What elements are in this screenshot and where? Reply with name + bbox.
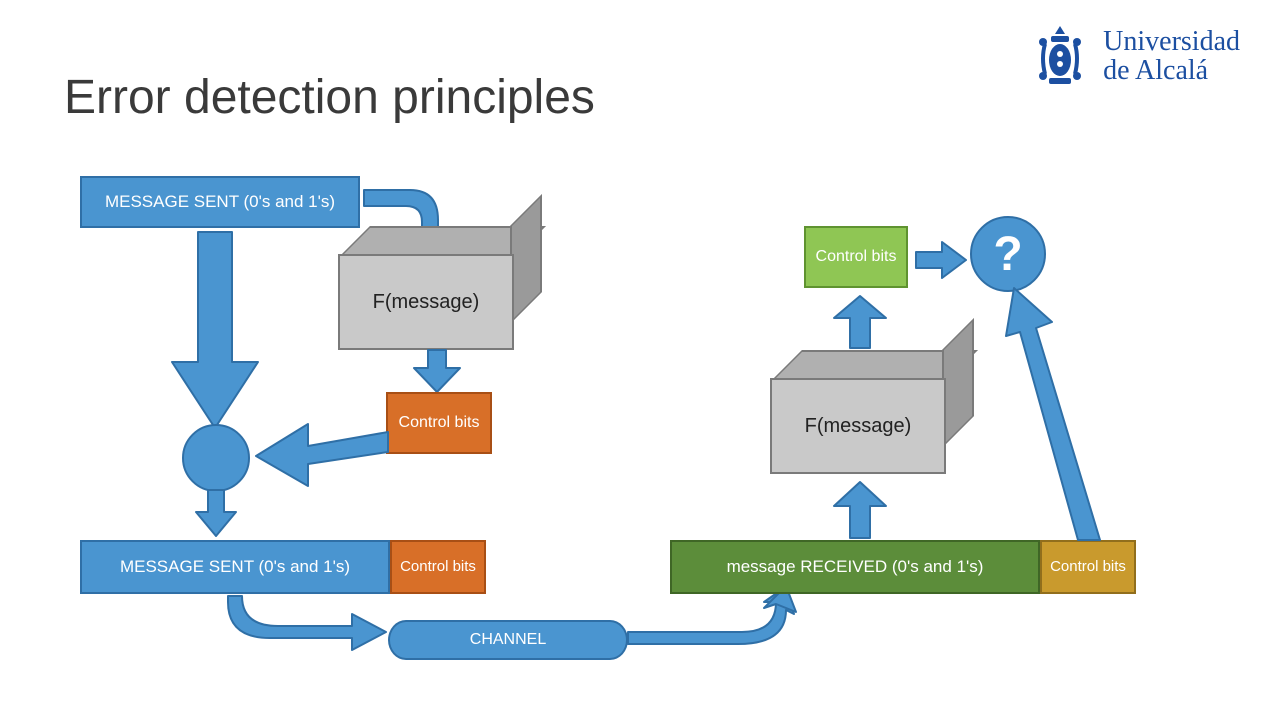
arrow-recvctrl-to-compare-icon [1000,288,1120,544]
control-bits-computed: Control bits [804,226,908,288]
arrow-to-channel-icon [220,596,390,656]
join-circle [182,424,250,492]
logo-text: Universidad de Alcalá [1103,27,1240,86]
university-logo: Universidad de Alcalá [1031,24,1240,88]
control-bits-sent-bottom: Control bits [390,540,486,594]
question-mark-icon: ? [993,227,1022,282]
arrow-func-to-ctrl-recv-icon [830,294,890,350]
arrow-msg-down-icon [170,232,260,432]
fmessage-receiver-label: F(message) [805,415,912,438]
control-bits-sender: Control bits [386,392,492,454]
message-sent-bottom: MESSAGE SENT (0's and 1's) [80,540,390,594]
slide-title: Error detection principles [64,70,595,125]
message-sent-top: MESSAGE SENT (0's and 1's) [80,176,360,228]
arrow-func-to-ctrl-icon [412,350,462,394]
arrow-from-channel-icon [626,588,796,654]
arrow-join-down-icon [194,490,238,538]
slide: Error detection principles Universidad d… [0,0,1280,720]
logo-line2: de Alcalá [1103,56,1240,85]
control-bits-received: Control bits [1040,540,1136,594]
compare-circle: ? [970,216,1046,292]
fmessage-cube-receiver: F(message) [770,378,970,498]
logo-line1: Universidad [1103,27,1240,56]
fmessage-sender-label: F(message) [373,291,480,314]
crest-icon [1031,24,1089,88]
message-received: message RECEIVED (0's and 1's) [670,540,1040,594]
arrow-ctrl-to-compare-icon [914,240,968,280]
channel: CHANNEL [388,620,628,660]
arrow-ctrl-to-join-icon [252,416,392,486]
